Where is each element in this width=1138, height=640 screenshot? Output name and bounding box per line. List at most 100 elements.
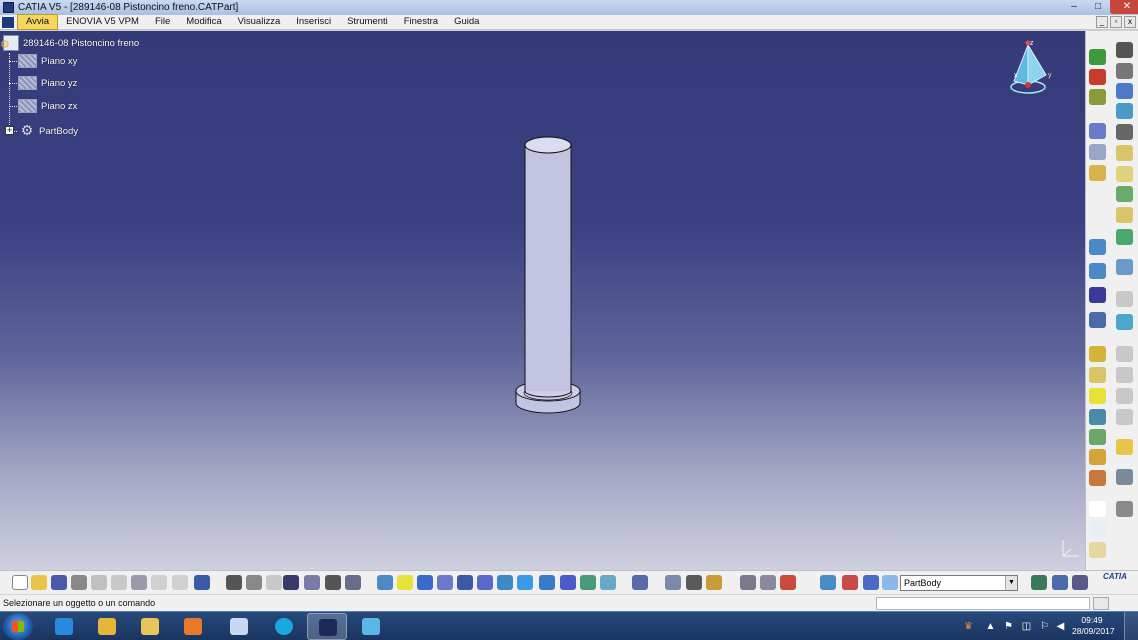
table-icon[interactable] (283, 575, 299, 590)
zoom-out-icon[interactable] (457, 575, 473, 590)
remove-face-icon[interactable] (1116, 207, 1133, 223)
command-history-button[interactable] (1093, 597, 1109, 610)
brake-piston-model[interactable] (512, 135, 584, 425)
new-icon[interactable] (12, 575, 28, 590)
3d-viewport[interactable]: 289146-08 Pistoncino freno Piano xy Pian… (0, 31, 1085, 570)
taskbar-file-explorer[interactable] (130, 613, 170, 640)
measure-item-icon[interactable] (760, 575, 776, 590)
fillet-icon[interactable] (1116, 83, 1133, 99)
command-input[interactable] (876, 597, 1090, 610)
point-dot-icon[interactable] (1089, 501, 1106, 517)
tray-app-icon[interactable]: ♛ (963, 621, 974, 632)
taskbar-catia[interactable] (307, 613, 347, 640)
sew-surface-icon[interactable] (1089, 409, 1106, 425)
boolean-icon[interactable] (1089, 429, 1106, 445)
show-hidden-icons[interactable]: ▲ (985, 621, 996, 632)
formula-icon[interactable] (226, 575, 242, 590)
shading-icon[interactable] (539, 575, 555, 590)
rib-icon[interactable] (1116, 388, 1133, 404)
axis-icon[interactable] (665, 575, 681, 590)
menu-file[interactable]: File (147, 15, 178, 29)
minimize-button[interactable]: – (1062, 0, 1086, 14)
paste-icon[interactable] (131, 575, 147, 590)
doc-minimize-button[interactable]: _ (1096, 16, 1108, 28)
taskbar-outlook[interactable] (87, 613, 127, 640)
pocket-icon[interactable] (1089, 69, 1106, 85)
slot-icon[interactable] (1116, 409, 1133, 425)
view-mode-icon[interactable] (706, 575, 722, 590)
swap-view-icon[interactable] (580, 575, 596, 590)
shell-icon[interactable] (1116, 145, 1133, 161)
positioned-sketch-icon[interactable] (1116, 63, 1133, 79)
draft-icon[interactable] (1116, 124, 1133, 140)
undo-icon[interactable] (151, 575, 167, 590)
chamfer-icon[interactable] (1116, 103, 1133, 119)
redo-icon[interactable] (172, 575, 188, 590)
print-icon[interactable] (71, 575, 87, 590)
multi-section-icon[interactable] (1116, 367, 1133, 383)
security-icon[interactable]: ⚑ (1003, 621, 1014, 632)
constraint-icon[interactable] (1089, 239, 1106, 255)
select-pointer-icon[interactable] (1116, 439, 1133, 455)
normal-view-icon[interactable] (477, 575, 493, 590)
flag-icon[interactable]: ⚐ (1039, 621, 1050, 632)
scaling-icon[interactable] (1089, 312, 1106, 328)
volume-icon[interactable]: ◀ (1055, 621, 1066, 632)
environment-icon[interactable] (1072, 575, 1088, 590)
thermal-icon[interactable] (780, 575, 796, 590)
taskbar-airplane-app[interactable] (219, 613, 259, 640)
show-desktop-button[interactable] (1124, 612, 1138, 640)
menu-guida[interactable]: Guida (446, 15, 487, 29)
menu-visualizza[interactable]: Visualizza (230, 15, 289, 29)
compass-icon[interactable]: z y x (1006, 37, 1056, 99)
knowledge-icon[interactable] (266, 575, 282, 590)
render-icon[interactable] (1031, 575, 1047, 590)
transformation-icon[interactable] (1089, 263, 1106, 279)
settings-gear-icon[interactable] (1116, 501, 1133, 517)
surface-based-icon[interactable] (1089, 346, 1106, 362)
hide-show-icon[interactable] (560, 575, 576, 590)
pattern-icon[interactable] (1089, 287, 1106, 303)
annotation-icon[interactable] (1116, 469, 1133, 485)
analysis-icon[interactable] (863, 575, 879, 590)
taskbar-star-app[interactable] (351, 613, 391, 640)
menu-inserisci[interactable]: Inserisci (288, 15, 339, 29)
chevron-down-icon[interactable]: ▼ (1005, 576, 1017, 590)
apply-material-icon[interactable] (842, 575, 858, 590)
sketcher-icon[interactable] (1089, 165, 1106, 181)
copy-icon[interactable] (111, 575, 127, 590)
sketch-icon[interactable] (686, 575, 702, 590)
menu-modifica[interactable]: Modifica (178, 15, 229, 29)
thick-surface-icon[interactable] (1089, 367, 1106, 383)
update-icon[interactable] (600, 575, 616, 590)
join-icon[interactable] (1116, 291, 1133, 307)
insert-body-icon[interactable] (1089, 470, 1106, 486)
menu-enovia[interactable]: ENOVIA V5 VPM (58, 15, 147, 29)
close-button[interactable]: ✕ (1110, 0, 1138, 14)
split-icon[interactable] (1116, 259, 1133, 275)
scan-icon[interactable] (632, 575, 648, 590)
tree-item-piano-zx[interactable]: Piano zx (9, 99, 77, 113)
menu-finestra[interactable]: Finestra (396, 15, 446, 29)
light-source-icon[interactable] (1052, 575, 1068, 590)
doc-close-button[interactable]: x (1124, 16, 1136, 28)
graph-tree-icon[interactable] (304, 575, 320, 590)
point-icon[interactable] (1089, 449, 1106, 465)
fit-all-icon[interactable] (377, 575, 393, 590)
taskbar-skype[interactable] (264, 613, 304, 640)
rotate-icon[interactable] (417, 575, 433, 590)
taskbar-clock[interactable]: 09:49 28/09/2017 (1072, 615, 1115, 637)
pan-icon[interactable] (397, 575, 413, 590)
whats-this-icon[interactable] (194, 575, 210, 590)
zoom-in-icon[interactable] (437, 575, 453, 590)
multi-view-icon[interactable] (497, 575, 513, 590)
thickness-icon[interactable] (1116, 166, 1133, 182)
start-button[interactable] (3, 613, 33, 640)
close-surface-icon[interactable] (1089, 388, 1106, 404)
open-icon[interactable] (31, 575, 47, 590)
body-icon[interactable] (820, 575, 836, 590)
replace-face-icon[interactable] (1116, 229, 1133, 245)
taskbar-media-player[interactable] (173, 613, 213, 640)
maximize-button[interactable]: □ (1086, 0, 1110, 14)
tree-expand-toggle[interactable]: + (5, 126, 14, 135)
